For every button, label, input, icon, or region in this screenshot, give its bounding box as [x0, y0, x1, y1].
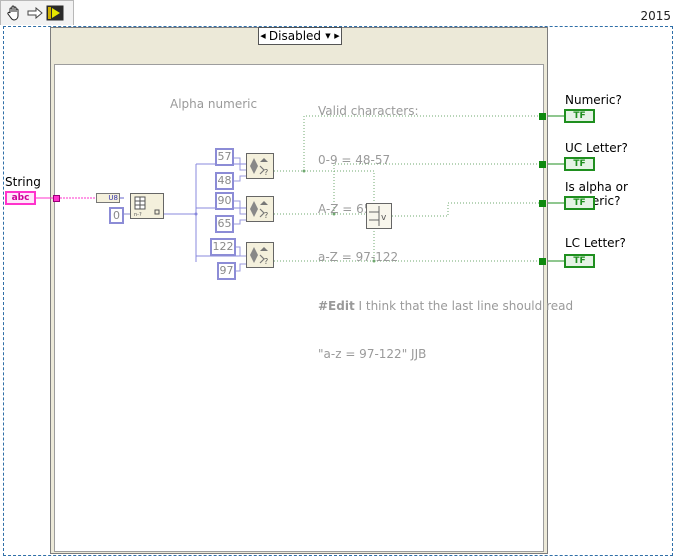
indicator-uc-letter[interactable]: TF — [564, 157, 595, 171]
svg-text:?: ? — [264, 257, 268, 266]
comment-alpha-numeric: Alpha numeric — [170, 97, 258, 111]
comment-valid-characters: Valid characters: 0-9 = 48-57 A-Z = 65-9… — [318, 71, 573, 379]
constant-48[interactable]: 48 — [215, 172, 234, 190]
string-control-terminal[interactable]: abc — [5, 191, 36, 205]
constant-122[interactable]: 122 — [210, 238, 236, 256]
index-constant[interactable]: 0 — [109, 207, 124, 224]
string-to-byte-array-node[interactable]: U8 — [96, 193, 120, 203]
indicator-alpha-or-numeric[interactable]: TF — [564, 196, 595, 210]
compound-or-node[interactable]: v — [366, 203, 392, 229]
comment-line: A-Z = 65-90 — [318, 201, 392, 216]
index-array-node[interactable]: n-? — [130, 193, 164, 219]
string-control-label: String — [5, 175, 41, 189]
svg-text:v: v — [381, 213, 387, 223]
comment-line: Valid characters: — [318, 104, 419, 119]
svg-text:n-?: n-? — [134, 212, 142, 218]
in-range-node-uppercase[interactable]: ? — [246, 196, 274, 222]
indicator-label-lc-letter: LC Letter? — [565, 236, 626, 250]
comment-line: "a-z = 97-122" JJB — [318, 347, 427, 362]
svg-text:?: ? — [264, 211, 268, 220]
u8-label: U8 — [108, 194, 118, 202]
constant-65[interactable]: 65 — [215, 215, 234, 233]
indicator-label-numeric: Numeric? — [565, 93, 622, 107]
output-tunnel-numeric — [539, 113, 546, 120]
constant-97[interactable]: 97 — [217, 262, 236, 280]
comment-line: a-Z = 97-122 — [318, 250, 399, 265]
indicator-label-uc-letter: UC Letter? — [565, 141, 628, 155]
constant-90[interactable]: 90 — [215, 192, 234, 210]
string-input-tunnel — [53, 195, 60, 202]
indicator-lc-letter[interactable]: TF — [564, 254, 595, 268]
in-range-node-lowercase[interactable]: ? — [246, 242, 274, 268]
comment-edit-text: I think that the last line should read — [354, 298, 574, 313]
output-tunnel-uppercase — [539, 161, 546, 168]
in-range-node-numeric[interactable]: ? — [246, 153, 274, 179]
svg-text:?: ? — [264, 168, 268, 177]
comment-line: 0-9 = 48-57 — [318, 153, 391, 168]
comment-edit-tag: #Edit — [318, 298, 355, 313]
constant-57[interactable]: 57 — [215, 148, 234, 166]
comment-edit-line: #Edit I think that the last line should … — [318, 298, 573, 314]
indicator-numeric[interactable]: TF — [564, 109, 595, 123]
output-tunnel-alphanumeric — [539, 200, 546, 207]
output-tunnel-lowercase — [539, 258, 546, 265]
